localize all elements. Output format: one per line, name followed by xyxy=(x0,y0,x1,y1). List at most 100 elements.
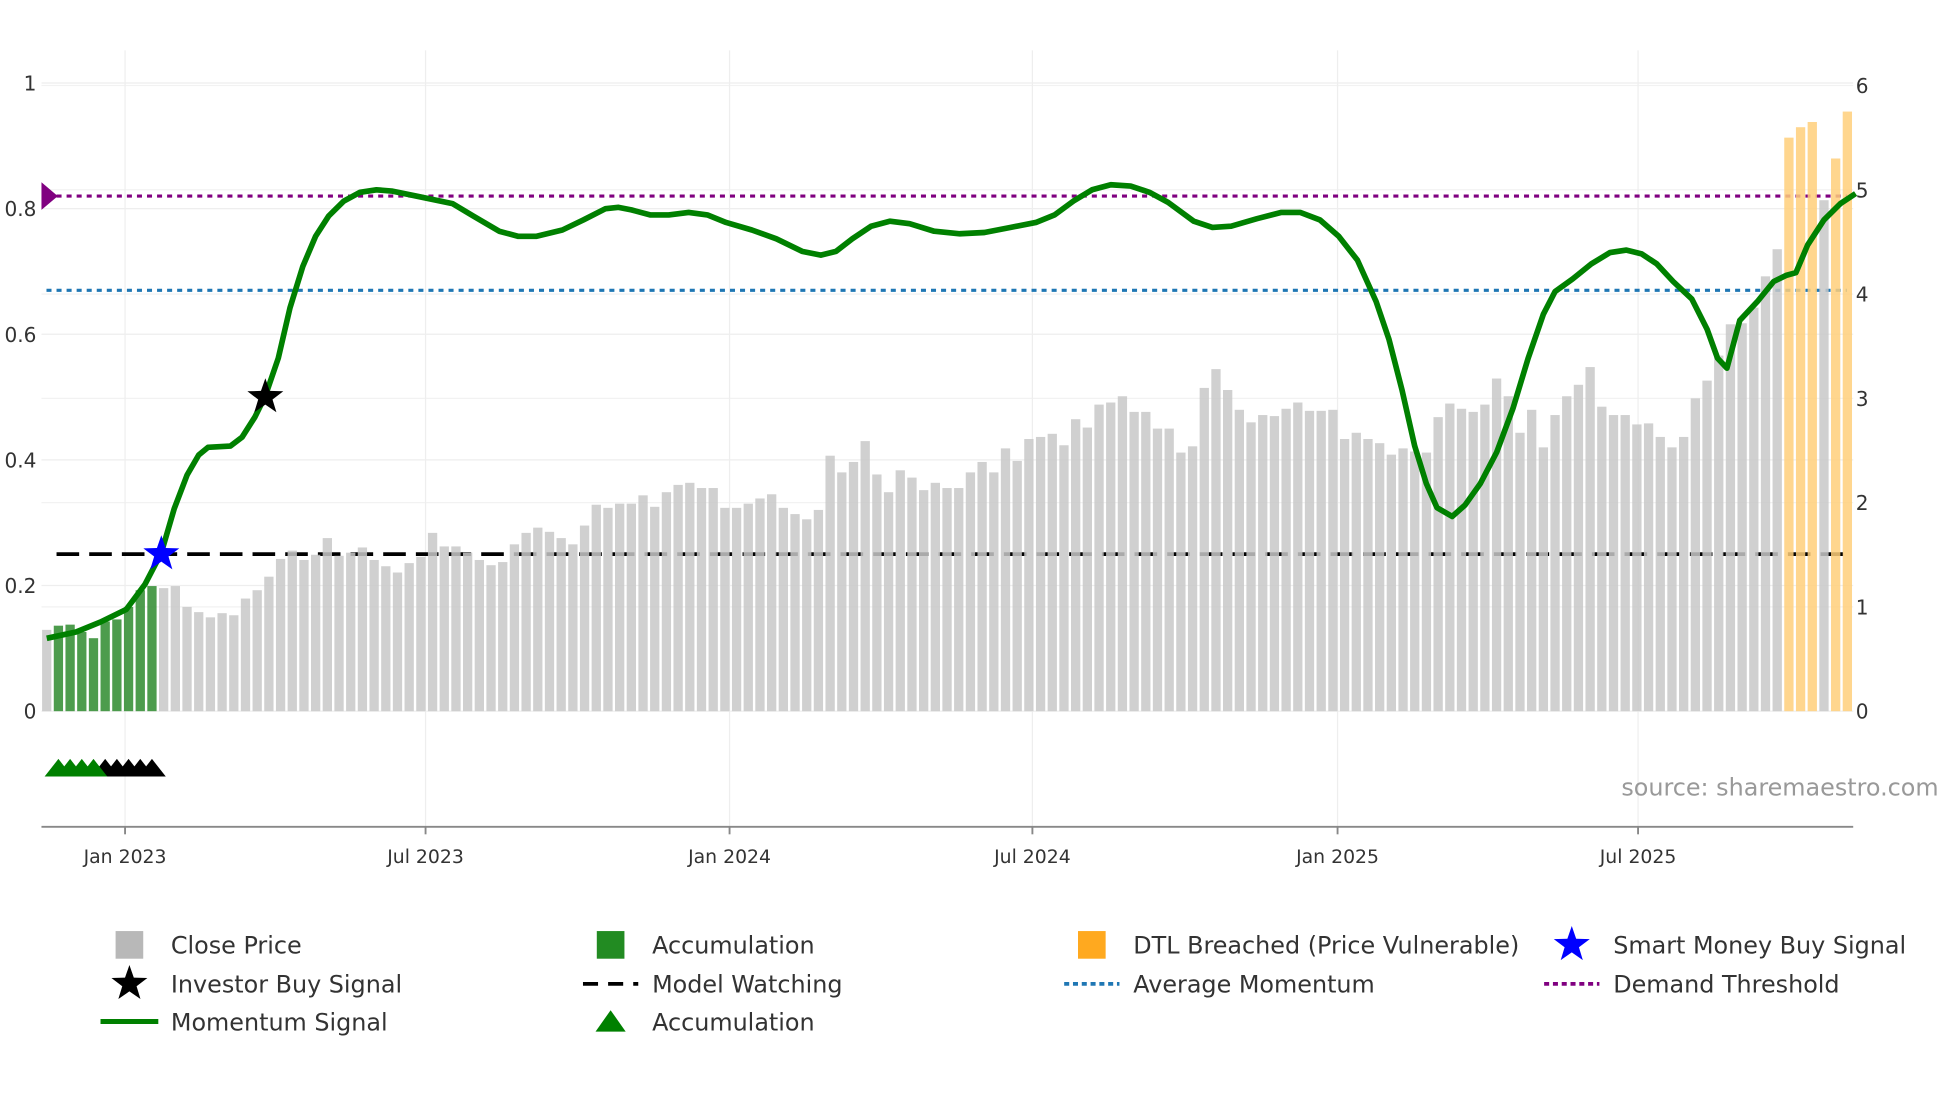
close-price-bar xyxy=(158,588,169,712)
close-price-bar xyxy=(1117,396,1128,712)
close-price-bar xyxy=(1386,454,1397,712)
legend-label: Model Watching xyxy=(652,971,842,999)
close-price-bar xyxy=(907,477,917,712)
close-price-bar xyxy=(463,552,473,712)
close-price-bar xyxy=(1679,436,1689,712)
close-price-bar xyxy=(954,488,964,712)
close-price-bar xyxy=(182,606,192,712)
accumulation-bar xyxy=(135,590,145,712)
close-price-bar xyxy=(1398,448,1408,712)
close-price-bar xyxy=(603,507,613,712)
dtl-breached-bar xyxy=(1795,127,1806,712)
close-price-bar xyxy=(860,441,870,712)
close-price-bar xyxy=(942,488,952,712)
close-price-bar xyxy=(708,488,718,712)
close-price-bar xyxy=(42,629,52,712)
close-price-bar xyxy=(1445,403,1455,712)
legend-label: Accumulation xyxy=(652,1008,815,1036)
close-price-bar xyxy=(498,562,508,712)
close-price-bar xyxy=(1187,446,1198,712)
close-price-bar xyxy=(1456,408,1467,712)
close-price-bar xyxy=(1503,396,1513,712)
legend-label: Close Price xyxy=(171,932,302,960)
close-price-bar xyxy=(357,547,368,712)
investor-buy-signal-star xyxy=(247,378,284,413)
close-price-bar xyxy=(451,546,461,712)
close-price-bar xyxy=(1608,415,1619,712)
close-price-bar xyxy=(1199,387,1209,712)
close-price-bar xyxy=(194,612,204,712)
legend: Close Price Accumulation DTL Breached (Pri… xyxy=(100,926,1906,1036)
close-price-bar xyxy=(1772,249,1782,712)
legend-label: Smart Money Buy Signal xyxy=(1613,932,1906,960)
close-price-bar xyxy=(486,565,496,712)
close-price-bar xyxy=(1234,409,1245,712)
close-price-bar xyxy=(275,558,286,712)
close-price-bar xyxy=(1293,402,1303,712)
close-price-bar xyxy=(755,498,765,712)
close-price-bar xyxy=(205,617,216,712)
close-price-bar xyxy=(813,509,824,712)
legend-label: DTL Breached (Price Vulnerable) xyxy=(1133,932,1519,960)
close-price-bar xyxy=(872,474,882,712)
close-price-bar xyxy=(474,559,484,712)
left-axis-tick-label: 0.8 xyxy=(4,197,36,221)
close-price-bar xyxy=(1351,432,1361,712)
close-price-bar xyxy=(1000,448,1011,712)
close-price-bar xyxy=(392,572,403,712)
legend-label: Accumulation xyxy=(652,932,815,960)
close-price-bar xyxy=(626,503,636,712)
legend-label: Demand Threshold xyxy=(1613,971,1839,999)
x-axis-tick-label: Jan 2023 xyxy=(83,847,167,868)
close-price-bar xyxy=(287,550,297,712)
close-price-bar xyxy=(556,538,566,712)
dtl-breached-bar xyxy=(1831,158,1841,712)
close-price-bar xyxy=(1714,355,1724,712)
source-label: source: sharemaestro.com xyxy=(1621,773,1938,801)
close-price-bar xyxy=(919,490,929,712)
close-price-bar xyxy=(1749,307,1759,712)
close-price-bar xyxy=(1304,410,1315,712)
close-price-bar xyxy=(1047,433,1057,712)
close-price-bar xyxy=(1410,451,1420,712)
close-price-bar xyxy=(1211,369,1221,712)
close-price-bar xyxy=(1059,445,1069,712)
accumulation-bar xyxy=(123,606,134,712)
close-price-bar xyxy=(322,538,332,712)
close-price-bar xyxy=(1527,409,1537,712)
close-price-bar xyxy=(1269,416,1280,712)
close-price-bar xyxy=(311,554,321,712)
right-axis-tick-label: 2 xyxy=(1856,491,1869,515)
close-price-bar xyxy=(1562,396,1572,712)
close-price-bar xyxy=(1480,404,1490,712)
right-axis-tick-label: 1 xyxy=(1856,595,1869,619)
left-axis-tick-label: 0.2 xyxy=(4,574,36,598)
close-price-bar xyxy=(1550,415,1560,712)
accumulation-bar xyxy=(77,631,87,712)
dtl-breached-bar xyxy=(1784,137,1794,712)
legend-star-icon xyxy=(111,964,148,1000)
close-price-bar xyxy=(1375,443,1385,712)
close-price-bar xyxy=(848,461,859,712)
right-axis-tick-label: 5 xyxy=(1856,178,1869,202)
close-price-bar xyxy=(1620,415,1630,712)
close-price-bar xyxy=(170,586,180,712)
close-price-bar xyxy=(1433,417,1443,712)
close-price-bar xyxy=(965,472,976,712)
close-price-bar xyxy=(252,590,262,712)
close-price-bar xyxy=(1094,404,1104,712)
close-price-bar xyxy=(1281,408,1291,712)
close-price-bar xyxy=(1573,384,1584,712)
close-price-bar xyxy=(229,615,239,712)
right-axis-tick-label: 6 xyxy=(1856,74,1869,98)
close-price-bar xyxy=(650,506,660,712)
close-price-bar xyxy=(1725,324,1736,712)
close-price-bar xyxy=(568,544,578,712)
close-price-bar xyxy=(1538,447,1549,712)
close-price-bar xyxy=(1223,390,1233,712)
close-price-bar xyxy=(521,532,531,712)
close-price-bar xyxy=(1655,436,1665,712)
close-price-bar xyxy=(1468,411,1478,712)
accumulation-bar xyxy=(112,619,122,712)
accumulation-bar xyxy=(65,624,75,712)
